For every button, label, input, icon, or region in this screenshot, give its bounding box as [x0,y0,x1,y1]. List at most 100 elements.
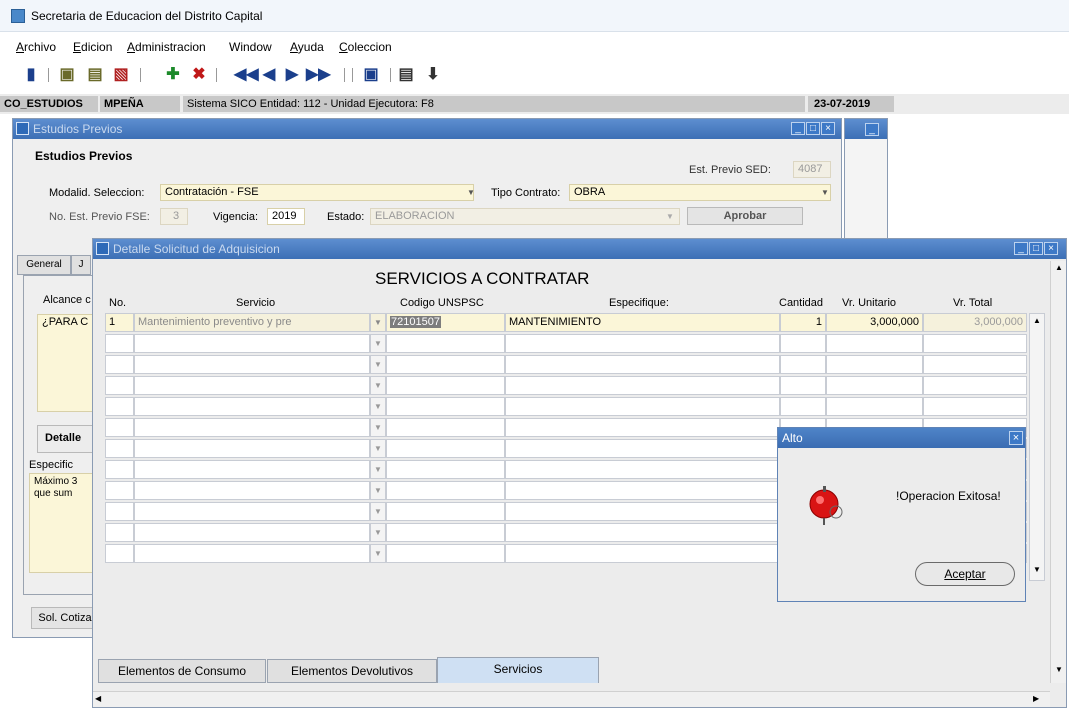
cell-servicio[interactable]: Mantenimiento preventivo y pre [134,313,370,332]
menu-administracion[interactable]: Administracion [127,40,206,54]
chevron-down-icon[interactable]: ▼ [370,502,386,521]
grid-cell[interactable] [505,355,780,374]
grid-cell[interactable] [386,334,505,353]
chevron-down-icon[interactable]: ▼ [370,355,386,374]
tab-j[interactable]: J [71,255,91,275]
grid-cell[interactable] [505,397,780,416]
close-icon[interactable]: × [1009,431,1023,445]
grid-cell[interactable] [386,355,505,374]
grid-cell[interactable] [386,544,505,563]
menu-coleccion[interactable]: Coleccion [339,40,392,54]
grid-cell[interactable] [505,376,780,395]
query-icon[interactable]: ▣ [58,66,76,84]
chevron-down-icon[interactable]: ▼ [370,523,386,542]
grid-cell[interactable] [105,334,134,353]
grid-cell[interactable] [505,334,780,353]
alcance-field[interactable]: ¿PARA C [37,314,97,412]
cell-cantidad[interactable]: 1 [780,313,826,332]
download-icon[interactable]: ⬇ [424,66,442,84]
scroll-up-icon[interactable]: ▲ [1031,315,1043,327]
scroll-down-icon[interactable]: ▼ [1031,564,1043,576]
est-previo-sed-field[interactable]: 4087 [793,161,831,178]
grid-cell[interactable] [134,334,370,353]
chevron-down-icon[interactable]: ▼ [464,185,478,200]
sol-cotiza-button[interactable]: Sol. Cotiza [31,607,99,629]
especific-field[interactable]: Máximo 3 que sum [29,473,99,573]
grid-cell[interactable] [505,481,780,500]
grid-cell[interactable] [780,376,826,395]
grid-cell[interactable] [505,439,780,458]
chevron-down-icon[interactable]: ▼ [370,544,386,563]
chevron-down-icon[interactable]: ▼ [370,334,386,353]
scroll-right-icon[interactable]: ▶ [1033,694,1039,703]
chevron-down-icon[interactable]: ▼ [370,460,386,479]
window-vertical-scrollbar[interactable]: ▲ ▼ [1050,261,1066,683]
grid-cell[interactable] [386,481,505,500]
grid-cell[interactable] [105,397,134,416]
minimize-button[interactable]: _ [1014,242,1028,255]
minimize-button[interactable]: _ [865,123,879,136]
estado-field[interactable]: ELABORACION [370,208,680,225]
previous-record-icon[interactable]: ◀ [260,66,278,84]
next-record-icon[interactable]: ▶ [283,66,301,84]
chevron-down-icon[interactable]: ▼ [818,185,832,200]
exit-icon[interactable]: ▮ [22,66,40,84]
grid-cell[interactable] [134,355,370,374]
grid-cell[interactable] [386,439,505,458]
menu-archivo[interactable]: Archivo [16,40,56,54]
last-record-icon[interactable]: ▶▶ [306,66,331,84]
grid-cell[interactable] [134,376,370,395]
grid-cell[interactable] [386,460,505,479]
chevron-down-icon[interactable]: ▼ [370,418,386,437]
delete-record-icon[interactable]: ✖ [190,66,208,84]
grid-cell[interactable] [505,544,780,563]
grid-cell[interactable] [780,334,826,353]
enter-query-icon[interactable]: ▤ [86,66,104,84]
window-horizontal-scrollbar[interactable]: ◀ ▶ [93,691,1050,707]
chevron-down-icon[interactable]: ▼ [370,439,386,458]
chevron-down-icon[interactable]: ▼ [370,481,386,500]
grid-cell[interactable] [780,397,826,416]
grid-cell[interactable] [386,418,505,437]
cell-especifique[interactable]: MANTENIMIENTO [505,313,780,332]
grid-cell[interactable] [386,376,505,395]
grid-cell[interactable] [923,334,1027,353]
scroll-down-icon[interactable]: ▼ [1053,665,1065,674]
grid-cell[interactable] [386,523,505,542]
vigencia-field[interactable]: 2019 [267,208,305,225]
grid-cell[interactable] [923,397,1027,416]
grid-cell[interactable] [505,460,780,479]
tab-servicios[interactable]: Servicios [437,657,599,683]
grid-cell[interactable] [105,523,134,542]
grid-cell[interactable] [134,544,370,563]
grid-cell[interactable] [105,481,134,500]
chevron-down-icon[interactable]: ▼ [370,313,386,332]
scroll-up-icon[interactable]: ▲ [1053,263,1065,272]
grid-cell[interactable] [134,481,370,500]
maximize-button[interactable]: □ [1029,242,1043,255]
grid-cell[interactable] [134,502,370,521]
grid-cell[interactable] [386,502,505,521]
grid-cell[interactable] [105,376,134,395]
save-icon[interactable]: ▣ [362,66,380,84]
tab-elementos-consumo[interactable]: Elementos de Consumo [98,659,266,683]
grid-cell[interactable] [923,376,1027,395]
grid-cell[interactable] [134,460,370,479]
grid-cell[interactable] [105,355,134,374]
grid-cell[interactable] [505,523,780,542]
grid-cell[interactable] [923,355,1027,374]
grid-cell[interactable] [134,397,370,416]
chevron-down-icon[interactable]: ▼ [370,397,386,416]
grid-cell[interactable] [780,355,826,374]
chevron-down-icon[interactable]: ▼ [663,209,677,224]
minimize-button[interactable]: _ [791,122,805,135]
grid-cell[interactable] [826,376,923,395]
maximize-button[interactable]: □ [806,122,820,135]
chevron-down-icon[interactable]: ▼ [370,376,386,395]
tab-general[interactable]: General [17,255,71,275]
close-button[interactable]: × [1044,242,1058,255]
print-icon[interactable]: ▤ [397,66,415,84]
grid-cell[interactable] [105,439,134,458]
grid-scrollbar[interactable]: ▲ ▼ [1029,313,1045,581]
cell-no[interactable]: 1 [105,313,134,332]
